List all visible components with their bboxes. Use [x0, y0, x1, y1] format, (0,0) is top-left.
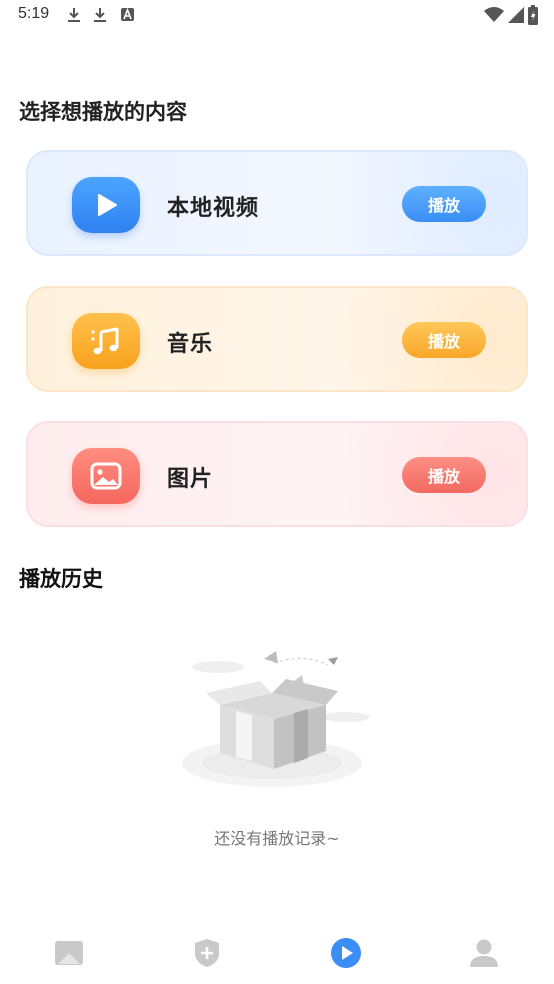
card-pictures[interactable]: 图片 播放 — [26, 421, 528, 527]
battery-charging-icon — [528, 5, 538, 25]
play-button-local-video[interactable]: 播放 — [402, 186, 486, 222]
card-label-local-video: 本地视频 — [167, 196, 260, 221]
signal-icon — [508, 7, 524, 23]
card-local-video[interactable]: 本地视频 播放 — [26, 150, 528, 256]
download-icon — [94, 8, 106, 22]
play-circle-icon — [331, 938, 361, 968]
play-button-music[interactable]: 播放 — [402, 322, 486, 358]
section-title-play: 选择想播放的内容 — [19, 100, 187, 124]
gallery-icon — [55, 941, 83, 965]
shield-plus-icon — [195, 939, 219, 967]
a-notification-icon — [121, 7, 134, 21]
nav-protection[interactable] — [190, 936, 224, 970]
card-music[interactable]: 音乐 播放 — [26, 286, 528, 392]
play-icon — [72, 177, 140, 233]
image-icon — [72, 448, 140, 504]
nav-gallery[interactable] — [52, 936, 86, 970]
nav-player[interactable] — [329, 936, 363, 970]
card-label-music: 音乐 — [167, 332, 214, 357]
play-button-pictures[interactable]: 播放 — [402, 457, 486, 493]
section-title-history: 播放历史 — [19, 567, 103, 591]
download-icon — [68, 8, 80, 22]
status-time: 5:19 — [18, 5, 50, 22]
bottom-nav — [0, 920, 554, 984]
status-bar: 5:19 — [0, 0, 554, 32]
wifi-icon — [484, 7, 504, 22]
empty-history-text: 还没有播放记录~ — [214, 829, 340, 848]
user-icon — [470, 939, 498, 967]
empty-box-illustration — [182, 651, 370, 787]
music-note-icon — [72, 313, 140, 369]
card-label-pictures: 图片 — [167, 467, 214, 492]
nav-profile[interactable] — [467, 936, 501, 970]
status-right — [484, 5, 538, 25]
